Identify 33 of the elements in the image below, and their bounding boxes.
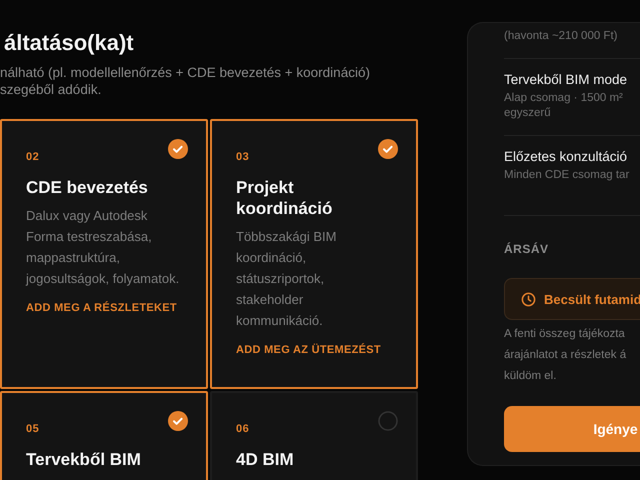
card-number: 02 (26, 150, 40, 164)
card-number: 05 (26, 422, 40, 436)
clock-icon (521, 292, 536, 306)
card-link[interactable]: ADD MEG AZ ÜTEMEZÉST (236, 344, 381, 356)
card-title: Tervekből BIM (26, 449, 142, 470)
note-text: árajánlatot a részletek á (504, 348, 628, 363)
note-text: A fenti összeg tájékozta (504, 327, 626, 342)
item-name: Előzetes konzultáció (504, 148, 628, 166)
checked-icon[interactable] (168, 139, 188, 159)
card-link[interactable]: ADD MEG A RÉSZLETEKET (26, 302, 177, 314)
subtitle-text: nálható (pl. modellellenőrzés + CDE bevezetés + koordináció) (0, 64, 371, 81)
service-card[interactable]: 03 Projekt koordináció Többszakági BIM koordináció, státuszriportok, stakeholder kommunikáció. ADD MEG AZ ÜTEMEZÉST (210, 119, 418, 389)
service-card[interactable]: 06 4D BIM (210, 391, 418, 480)
page-title: áltatáso(ka)t (4, 30, 135, 56)
card-title: CDE bevezetés (26, 177, 149, 198)
service-card[interactable]: 05 Tervekből BIM (0, 391, 208, 480)
checked-icon[interactable] (168, 411, 188, 431)
service-card[interactable]: 02 CDE bevezetés Dalux vagy Autodesk Forma testreszabása, mappastruktúra, jogosultságok, folyamatok. ADD MEG A RÉSZLETEKET (0, 119, 208, 389)
card-title: 4D BIM (236, 449, 295, 470)
checked-icon[interactable] (378, 139, 398, 159)
section-label: ÁRSÁV (504, 242, 549, 256)
card-title: Projekt koordináció (236, 177, 334, 219)
item-detail: Minden CDE csomag tar (504, 168, 630, 183)
card-number: 03 (236, 150, 250, 164)
subtitle-text: szegéből adódik. (0, 81, 102, 98)
card-number: 06 (236, 422, 250, 436)
item-name: Tervekből BIM mode (504, 71, 628, 89)
note-text: küldöm el. (504, 369, 558, 384)
item-detail: (havonta ~210 000 Ft) (504, 29, 618, 44)
item-detail: Alap csomag · 1500 m² (504, 91, 624, 106)
card-description: Dalux vagy Autodesk Forma testreszabása, mappastruktúra, jogosultságok, folyamatok. (26, 207, 180, 288)
item-detail: egyszerű (504, 106, 552, 121)
card-description: Többszakági BIM koordináció, státuszriportok, stakeholder kommunikáció. (236, 228, 338, 330)
